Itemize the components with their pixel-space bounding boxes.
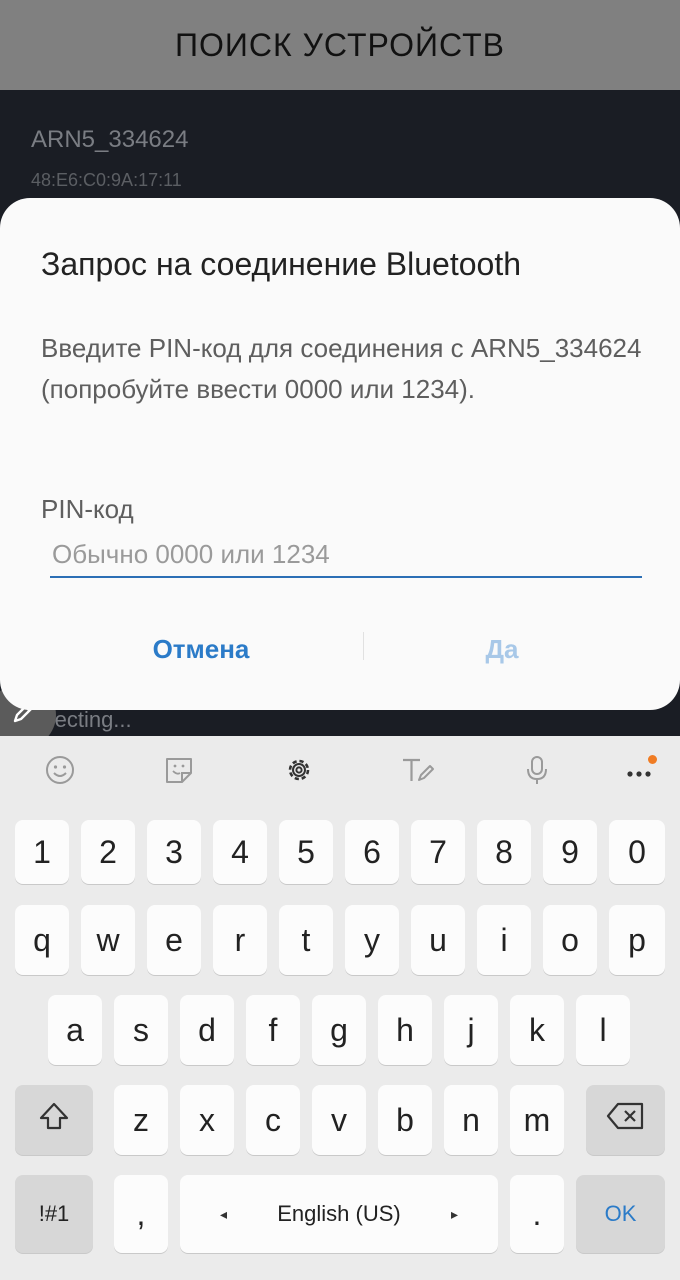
- pin-input[interactable]: [50, 532, 642, 578]
- page-title: ПОИСК УСТРОЙСТВ: [175, 26, 505, 63]
- dialog-title: Запрос на соединение Bluetooth: [41, 246, 522, 282]
- key-w[interactable]: w: [81, 905, 135, 975]
- key-h[interactable]: h: [378, 995, 432, 1065]
- arrow-left-icon: ◂: [220, 1205, 228, 1222]
- sticker-icon[interactable]: [161, 752, 197, 788]
- app-header: ПОИСК УСТРОЙСТВ: [0, 0, 680, 90]
- shift-key[interactable]: [15, 1085, 93, 1155]
- key-u[interactable]: u: [411, 905, 465, 975]
- ok-key[interactable]: OK: [576, 1175, 665, 1253]
- key-0[interactable]: 0: [609, 820, 665, 884]
- handwriting-icon[interactable]: [400, 752, 436, 788]
- key-k[interactable]: k: [510, 995, 564, 1065]
- pin-label: PIN-код: [41, 494, 134, 524]
- key-p[interactable]: p: [609, 905, 665, 975]
- dialog-message: Введите PIN-код для соединения с ARN5_33…: [41, 333, 642, 404]
- key-e[interactable]: e: [147, 905, 201, 975]
- ok-button[interactable]: Да: [364, 618, 640, 680]
- device-mac: 48:E6:C0:9A:17:11: [31, 170, 182, 190]
- key-3[interactable]: 3: [147, 820, 201, 884]
- key-g[interactable]: g: [312, 995, 366, 1065]
- keyboard-toolbar: [0, 736, 680, 804]
- settings-icon[interactable]: [281, 752, 317, 788]
- key-m[interactable]: m: [510, 1085, 564, 1155]
- arrow-right-icon: ▸: [450, 1205, 458, 1222]
- symbols-key-label: !#1: [38, 1201, 70, 1226]
- key-s[interactable]: s: [114, 995, 168, 1065]
- key-5[interactable]: 5: [279, 820, 333, 884]
- space-key[interactable]: ◂ English (US) ▸: [180, 1175, 498, 1253]
- key-i[interactable]: i: [477, 905, 531, 975]
- ok-key-label: OK: [604, 1201, 637, 1226]
- key-4[interactable]: 4: [213, 820, 267, 884]
- shift-icon: [37, 1099, 71, 1141]
- key-d[interactable]: d: [180, 995, 234, 1065]
- key-x[interactable]: x: [180, 1085, 234, 1155]
- bluetooth-pairing-dialog: Запрос на соединение Bluetooth Введите P…: [0, 198, 680, 710]
- key-o[interactable]: o: [543, 905, 597, 975]
- key-j[interactable]: j: [444, 995, 498, 1065]
- key-y[interactable]: y: [345, 905, 399, 975]
- symbols-key[interactable]: !#1: [15, 1175, 93, 1253]
- key-a[interactable]: a: [48, 995, 102, 1065]
- key-8[interactable]: 8: [477, 820, 531, 884]
- key-t[interactable]: t: [279, 905, 333, 975]
- key-l[interactable]: l: [576, 995, 630, 1065]
- key-n[interactable]: n: [444, 1085, 498, 1155]
- key-z[interactable]: z: [114, 1085, 168, 1155]
- dialog-buttons: Отмена Да: [0, 618, 680, 680]
- key-r[interactable]: r: [213, 905, 267, 975]
- key-9[interactable]: 9: [543, 820, 597, 884]
- key-q[interactable]: q: [15, 905, 69, 975]
- period-key[interactable]: .: [510, 1175, 564, 1253]
- space-key-label: English (US): [277, 1201, 401, 1226]
- device-name[interactable]: ARN5_334624: [31, 126, 188, 154]
- key-6[interactable]: 6: [345, 820, 399, 884]
- comma-key[interactable]: ,: [114, 1175, 168, 1253]
- backspace-key[interactable]: [586, 1085, 665, 1155]
- key-v[interactable]: v: [312, 1085, 366, 1155]
- cancel-button[interactable]: Отмена: [40, 618, 362, 680]
- key-b[interactable]: b: [378, 1085, 432, 1155]
- key-f[interactable]: f: [246, 995, 300, 1065]
- mic-icon[interactable]: [519, 752, 555, 788]
- notification-dot: [648, 755, 657, 764]
- key-1[interactable]: 1: [15, 820, 69, 884]
- key-c[interactable]: c: [246, 1085, 300, 1155]
- backspace-icon: [606, 1101, 646, 1139]
- key-2[interactable]: 2: [81, 820, 135, 884]
- key-7[interactable]: 7: [411, 820, 465, 884]
- emoji-icon[interactable]: [42, 752, 78, 788]
